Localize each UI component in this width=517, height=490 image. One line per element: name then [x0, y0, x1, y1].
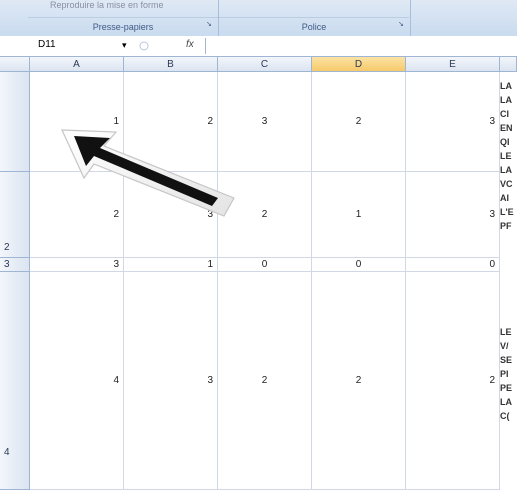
format-painter-button[interactable]: Reproduire la mise en forme — [50, 0, 210, 10]
ribbon-top-row: Reproduire la mise en forme — [0, 0, 517, 17]
text-line: LE — [500, 151, 512, 161]
cell-value: 3 — [489, 209, 495, 220]
text-line: L'E — [500, 207, 514, 217]
cell-a3[interactable]: 3 — [30, 258, 124, 272]
formula-bar: D11 ▾ fx — [0, 36, 517, 57]
cell-value: 1 — [355, 209, 362, 220]
cell-value: 3 — [489, 116, 495, 127]
cell-d4[interactable]: 2 — [312, 272, 406, 490]
row-header-3[interactable]: 3 — [0, 258, 30, 272]
row-header-label: 3 — [4, 259, 10, 270]
cell-d3[interactable]: 0 — [312, 258, 406, 272]
select-all-corner[interactable] — [0, 57, 30, 72]
cell-e3[interactable]: 0 — [406, 258, 500, 272]
font-group-label: Police — [219, 17, 409, 36]
cell-c4[interactable]: 2 — [218, 272, 312, 490]
text-column-row-4: LE V/SE PI PE LA C( — [500, 325, 517, 423]
cell-value: 1 — [207, 259, 213, 270]
text-line: PF — [500, 221, 512, 231]
text-line: AI — [500, 193, 509, 203]
column-header-e[interactable]: E — [406, 57, 500, 72]
cell-value: 2 — [355, 116, 362, 127]
text-line: LA — [500, 95, 512, 105]
text-line: VC — [500, 179, 513, 189]
column-header-d[interactable]: D — [312, 57, 406, 72]
column-header-b[interactable]: B — [124, 57, 218, 72]
row-header-2[interactable]: 2 — [0, 172, 30, 258]
column-header-c[interactable]: C — [218, 57, 312, 72]
cell-e2[interactable]: 3 — [406, 172, 500, 258]
cell-value: 3 — [113, 259, 119, 270]
dialog-launcher-icon[interactable]: ↘ — [206, 21, 213, 28]
ribbon-separator — [410, 0, 411, 36]
function-icon[interactable]: fx — [186, 38, 194, 52]
text-line: QI — [500, 137, 510, 147]
text-line: LE — [500, 327, 512, 337]
ribbon: Reproduire la mise en forme Presse-papie… — [0, 0, 517, 37]
text-line: SE — [500, 355, 513, 365]
name-box[interactable]: D11 — [38, 38, 118, 52]
text-line: V/ — [500, 341, 509, 351]
clipboard-group-label: Presse-papiers — [28, 17, 218, 36]
cell-value: 0 — [355, 259, 362, 270]
row-header-1[interactable]: 1 — [0, 72, 30, 183]
column-header-a[interactable]: A — [30, 57, 124, 72]
row-header-label: 4 — [4, 447, 10, 458]
cell-value: 4 — [113, 375, 119, 386]
cell-e4[interactable]: 2 — [406, 272, 500, 490]
dialog-launcher-icon[interactable]: ↘ — [398, 21, 405, 28]
text-line: C( — [500, 411, 510, 421]
cell-value: 2 — [355, 375, 362, 386]
cell-value: 2 — [489, 375, 495, 386]
cell-d1[interactable]: 2 — [312, 72, 406, 172]
chevron-down-icon[interactable]: ▾ — [122, 38, 127, 52]
text-line: LA — [500, 165, 512, 175]
cell-value: 0 — [489, 259, 495, 270]
cell-a4[interactable]: 4 — [30, 272, 124, 490]
text-line: PE — [500, 383, 513, 393]
row-header-label: 2 — [4, 242, 10, 253]
row-header-4[interactable]: 4 — [0, 272, 30, 490]
text-line: CI — [500, 109, 509, 119]
cell-value: 0 — [261, 259, 268, 270]
cancel-icon[interactable] — [138, 40, 150, 52]
cell-c3[interactable]: 0 — [218, 258, 312, 272]
formula-separator — [205, 38, 206, 54]
formula-input[interactable] — [207, 38, 507, 54]
arrow-pointer-icon — [61, 129, 235, 217]
column-header-next[interactable] — [500, 57, 517, 72]
text-line: LA — [500, 81, 512, 91]
worksheet-grid: ABCDE112323223213331000443222LALACIENQIL… — [0, 57, 517, 490]
text-column-rows-1-2: LA LA CI EN QI LE LA VC AI L'E PF — [500, 79, 517, 233]
text-line: PI — [500, 369, 509, 379]
cell-d2[interactable]: 1 — [312, 172, 406, 258]
cell-e1[interactable]: 3 — [406, 72, 500, 172]
cell-value: 2 — [261, 375, 268, 386]
text-line: LA — [500, 397, 512, 407]
text-line: EN — [500, 123, 513, 133]
cell-value: 3 — [207, 375, 213, 386]
cell-b3[interactable]: 1 — [124, 258, 218, 272]
cell-b4[interactable]: 3 — [124, 272, 218, 490]
